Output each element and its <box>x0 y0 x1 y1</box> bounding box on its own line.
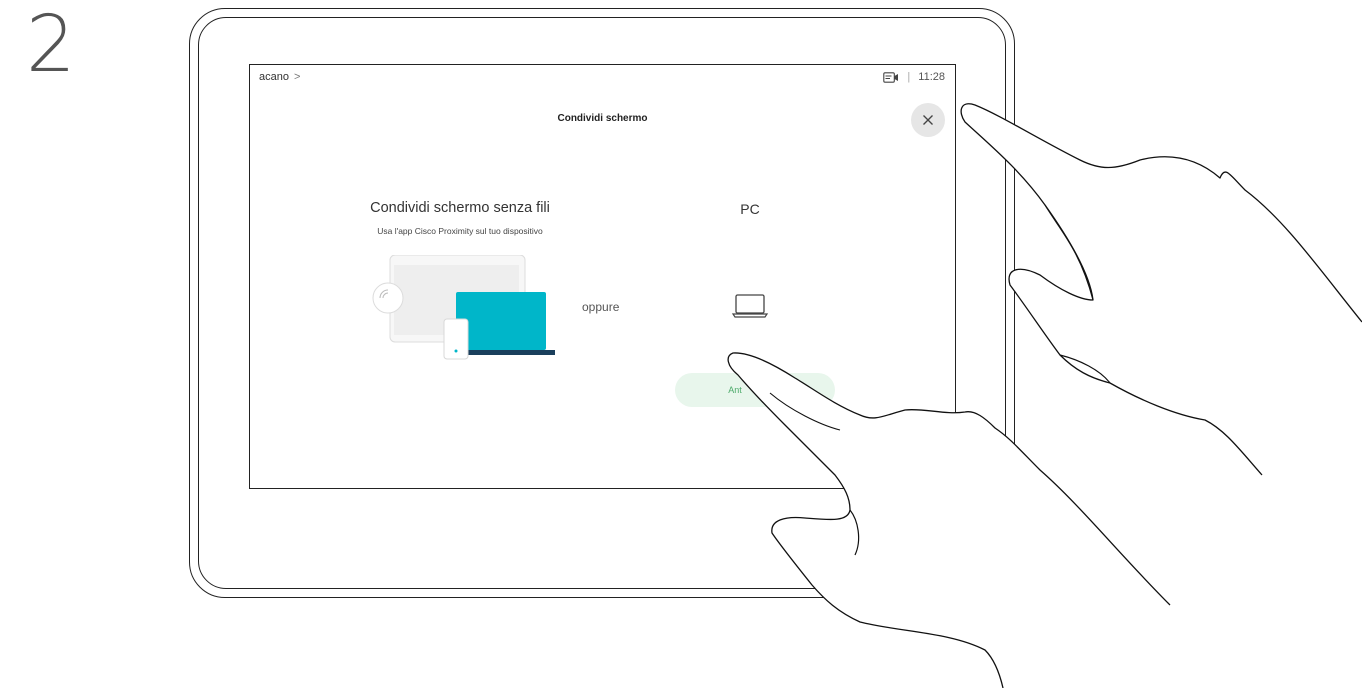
wifi-signal-icon <box>372 282 404 314</box>
step-number: 2 <box>26 0 76 90</box>
dialog-title: Condividi schermo <box>557 113 648 124</box>
chevron-right-icon: > <box>294 71 301 83</box>
site-breadcrumb[interactable]: acano > <box>259 71 300 83</box>
laptop-illustration <box>456 292 546 350</box>
status-area: | 11:28 <box>883 71 945 83</box>
status-separator: | <box>907 71 911 83</box>
camera-icon[interactable] <box>883 71 899 83</box>
wireless-share-heading: Condividi schermo senza fili <box>370 200 550 216</box>
close-button[interactable] <box>911 103 945 137</box>
close-icon <box>923 115 933 125</box>
oppure-separator: oppure <box>582 300 620 314</box>
site-name: acano <box>259 71 289 83</box>
proximity-illustration <box>372 255 555 360</box>
touch-screen: acano > | 11:28 Condividi schermo Condiv… <box>249 64 956 489</box>
pc-heading: PC <box>740 201 760 217</box>
phone-illustration <box>443 318 469 360</box>
laptop-icon <box>731 294 769 318</box>
wireless-share-subtitle: Usa l'app Cisco Proximity sul tuo dispos… <box>377 226 543 236</box>
share-button[interactable]: Ant <box>675 373 835 407</box>
clock: 11:28 <box>918 71 945 83</box>
